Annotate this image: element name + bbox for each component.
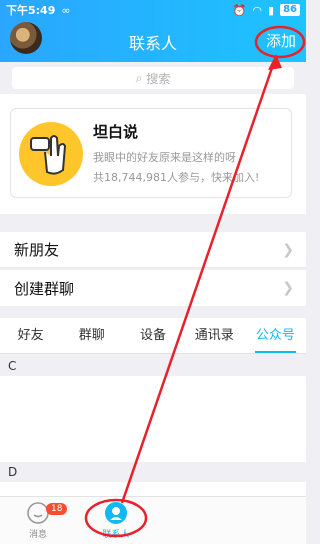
row-label: 创建群聊 [14, 279, 75, 298]
nav-messages-label: 消息 [28, 530, 47, 540]
nav-messages[interactable]: 消息 18 [8, 501, 68, 540]
bottom-nav: 消息 18 联系人 [0, 496, 306, 544]
header-bar: 下午5:49 ∞ ⏰ ◠ ▮ 86 联系人 添加 [0, 0, 306, 62]
status-time: 下午5:49 [6, 4, 56, 17]
tab-public-accounts[interactable]: 公众号 [245, 318, 306, 353]
status-bar: 下午5:49 ∞ ⏰ ◠ ▮ 86 [6, 2, 300, 18]
section-body-d [0, 482, 306, 496]
section-header-c: C [0, 356, 306, 376]
search-input[interactable]: ⌕ 搜索 [12, 67, 294, 89]
card-area: 坦白说 我眼中的好友原来是这样的呀 共18,744,981人参与，快来加入! [0, 94, 306, 214]
search-icon: ⌕ [135, 70, 143, 85]
alarm-icon: ⏰ [232, 3, 247, 17]
search-area: ⌕ 搜索 [0, 62, 306, 94]
section-body-c [0, 376, 306, 462]
new-friends-row[interactable]: 新朋友 ❯ [0, 232, 306, 268]
battery-indicator: 86 [280, 4, 300, 16]
tab-address-book[interactable]: 通讯录 [184, 318, 245, 353]
tanbaishuo-card[interactable]: 坦白说 我眼中的好友原来是这样的呀 共18,744,981人参与，快来加入! [10, 108, 292, 198]
tab-groups[interactable]: 群聊 [61, 318, 122, 353]
page-title: 联系人 [128, 34, 177, 53]
unread-badge: 18 [46, 503, 68, 515]
card-title: 坦白说 [93, 123, 139, 141]
contacts-icon [104, 501, 128, 525]
add-button[interactable]: 添加 [266, 30, 296, 51]
chevron-right-icon: ❯ [282, 280, 294, 296]
link-icon: ∞ [61, 3, 71, 17]
signal-icon: ▮ [268, 3, 275, 17]
chevron-right-icon: ❯ [282, 242, 294, 258]
create-group-row[interactable]: 创建群聊 ❯ [0, 270, 306, 306]
hand-icon [19, 122, 83, 186]
section-header-d: D [0, 462, 306, 482]
nav-contacts[interactable]: 联系人 [86, 501, 146, 540]
wifi-icon: ◠ [252, 3, 263, 17]
search-placeholder: 搜索 [146, 71, 171, 86]
tab-friends[interactable]: 好友 [0, 318, 61, 353]
status-right: ⏰ ◠ ▮ 86 [233, 4, 300, 17]
nav-contacts-label: 联系人 [102, 530, 130, 540]
tab-devices[interactable]: 设备 [122, 318, 183, 353]
contacts-tabs: 好友 群聊 设备 通讯录 公众号 [0, 318, 306, 354]
card-subtitle: 我眼中的好友原来是这样的呀 [93, 151, 236, 164]
row-label: 新朋友 [14, 241, 60, 259]
card-participants: 共18,744,981人参与，快来加入! [93, 171, 260, 184]
